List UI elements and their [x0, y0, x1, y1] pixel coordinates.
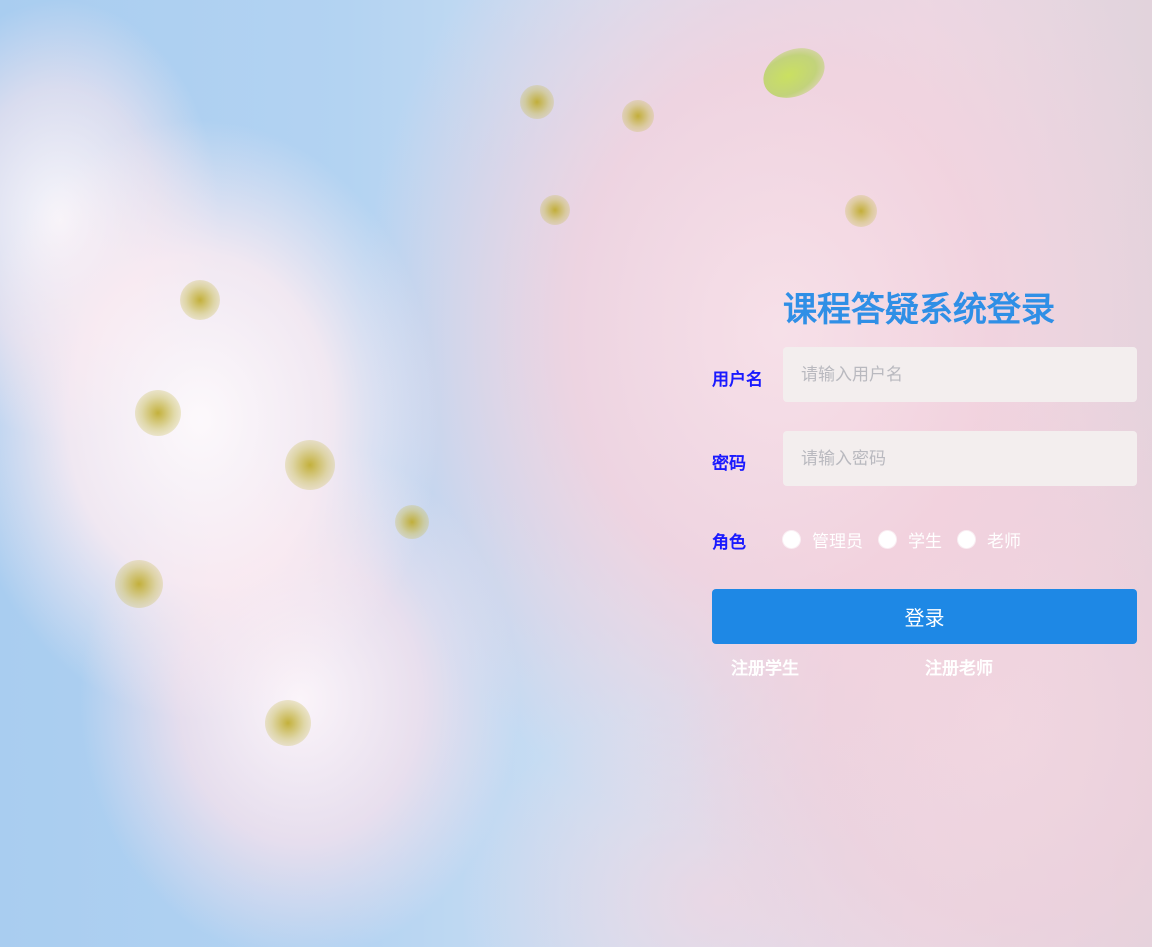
role-option-teacher[interactable]: 老师	[958, 527, 1021, 552]
flower-center	[115, 560, 163, 608]
role-label: 角色	[712, 533, 746, 553]
role-option-student[interactable]: 学生	[879, 527, 942, 552]
role-radio-group: 管理员 学生 老师	[783, 525, 1037, 553]
flower-center	[265, 700, 311, 746]
flower-center	[845, 195, 877, 227]
flower-center	[540, 195, 570, 225]
role-option-label: 管理员	[812, 531, 863, 552]
flower-center	[622, 100, 654, 132]
username-input[interactable]	[783, 347, 1137, 402]
radio-button[interactable]	[958, 530, 975, 548]
radio-button[interactable]	[879, 530, 896, 548]
flower-center	[180, 280, 220, 320]
flower-center	[395, 505, 429, 539]
role-option-label: 老师	[987, 531, 1021, 552]
username-label: 用户名	[712, 370, 763, 390]
leaf-shape	[755, 38, 833, 108]
flower-center	[285, 440, 335, 490]
register-student-link[interactable]: 注册学生	[731, 654, 799, 679]
password-label: 密码	[712, 454, 746, 474]
page-title: 课程答疑系统登录	[783, 290, 1055, 330]
register-teacher-link[interactable]: 注册老师	[925, 654, 993, 679]
role-option-label: 学生	[908, 531, 942, 552]
password-input[interactable]	[783, 431, 1137, 486]
radio-button[interactable]	[783, 530, 800, 548]
flower-center	[520, 85, 554, 119]
login-button[interactable]: 登录	[712, 589, 1137, 644]
login-panel: 课程答疑系统登录 用户名 密码 角色 管理员 学生 老师 登录 注册学生 注册老…	[700, 270, 1152, 690]
flower-center	[135, 390, 181, 436]
role-option-admin[interactable]: 管理员	[783, 527, 863, 552]
